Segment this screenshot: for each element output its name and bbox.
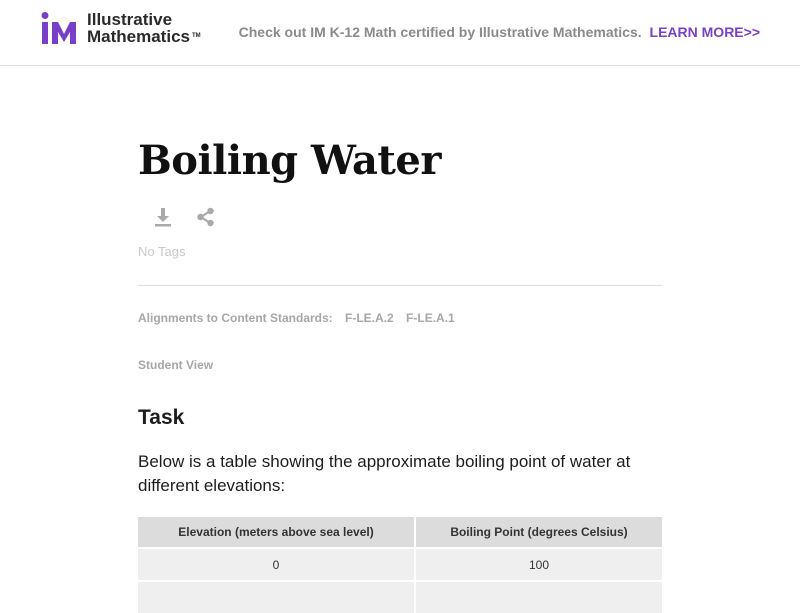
logo-wordmark: Illustrative Mathematics TM (87, 11, 201, 45)
table-cell: 0 (138, 547, 416, 581)
logo-line-1: Illustrative (87, 10, 173, 29)
table-cell (138, 580, 416, 613)
standard-link-f-le-a-2[interactable]: F-LE.A.2 (345, 311, 394, 325)
promo-text: Check out IM K-12 Math certified by Illu… (238, 24, 642, 40)
column-header-elevation: Elevation (meters above sea level) (138, 517, 416, 548)
divider (138, 285, 662, 286)
alignments-label: Alignments to Content Standards: (138, 311, 333, 325)
standard-link-f-le-a-1[interactable]: F-LE.A.1 (406, 311, 455, 325)
learn-more-link[interactable]: LEARN MORE>> (650, 24, 760, 40)
alignments-row: Alignments to Content Standards: F-LE.A.… (138, 311, 455, 325)
column-header-boiling-point: Boiling Point (degrees Celsius) (415, 517, 662, 548)
boiling-point-table: Elevation (meters above sea level) Boili… (138, 517, 662, 613)
logo-line-2: Mathematics TM (87, 27, 201, 46)
table-cell: 100 (415, 547, 662, 581)
tags-text: No Tags (138, 244, 186, 259)
share-icon[interactable] (195, 206, 217, 228)
table-header-row: Elevation (meters above sea level) Boili… (138, 517, 662, 548)
download-icon[interactable] (152, 206, 174, 228)
trademark: TM (191, 33, 201, 39)
table-row (138, 580, 662, 613)
table-cell (415, 580, 662, 613)
student-view-link[interactable]: Student View (138, 358, 213, 372)
task-paragraph: Below is a table showing the approximate… (138, 452, 631, 495)
table-row: 0 100 (138, 547, 662, 581)
im-logo-icon (41, 12, 76, 44)
site-header: Illustrative Mathematics TM Check out IM … (0, 0, 800, 66)
promo-banner: Check out IM K-12 Math certified by Illu… (239, 24, 760, 40)
page-title: Boiling Water (138, 137, 441, 184)
task-heading: Task (138, 406, 185, 429)
